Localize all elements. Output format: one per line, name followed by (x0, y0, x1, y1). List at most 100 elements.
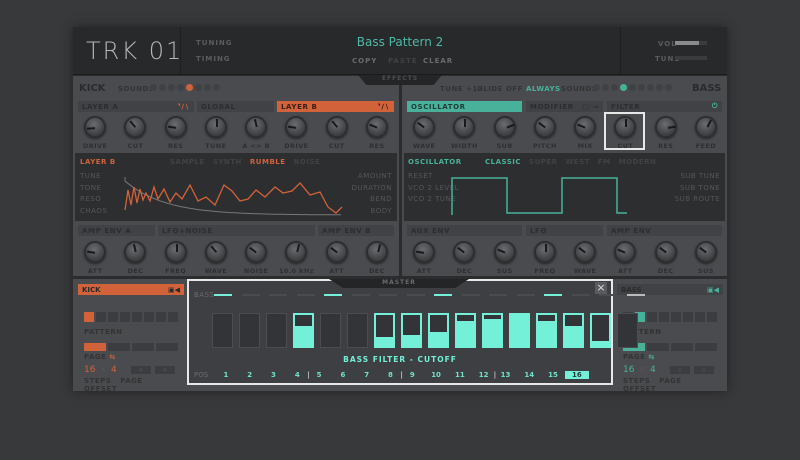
mute-icon[interactable]: ▣◀ (168, 286, 180, 294)
knob-pitch[interactable]: PITCH (525, 116, 565, 150)
sound-slot[interactable] (204, 84, 211, 91)
pos-step[interactable]: 1 (214, 371, 238, 379)
page-slot[interactable] (647, 343, 669, 351)
knob-att[interactable]: ATT (605, 241, 645, 275)
knob-dial[interactable] (325, 116, 348, 138)
knob-feed[interactable]: FEED (686, 116, 726, 150)
sound-slot[interactable] (647, 84, 654, 91)
pos-step[interactable]: 6 (331, 371, 355, 379)
knob-res[interactable]: RES (156, 116, 196, 150)
knob-sub[interactable]: SUB (485, 116, 525, 150)
knob-cut[interactable]: CUT (115, 116, 155, 150)
clear-button[interactable]: CLEAR (423, 57, 453, 65)
pos-step[interactable]: 9 (400, 371, 424, 379)
knob-freq[interactable]: FREQ (525, 241, 565, 275)
section-amp-env-a[interactable]: AMP ENV A (78, 225, 155, 236)
steps-value[interactable]: 16 (623, 365, 634, 375)
mode-tab-fm[interactable]: FM (598, 158, 611, 166)
sound-slot[interactable] (593, 84, 600, 91)
knob-dial[interactable] (204, 116, 227, 138)
pos-step[interactable]: 13 (494, 371, 518, 379)
step-bar[interactable] (347, 313, 368, 348)
knob-cut[interactable]: CUT (317, 116, 357, 150)
section-oscillator[interactable]: OSCILLATOR (407, 101, 522, 112)
param-tone[interactable]: TONE (80, 183, 107, 195)
knob-dial[interactable] (365, 241, 388, 263)
page-slot[interactable] (156, 343, 178, 351)
knob-width[interactable]: WIDTH (444, 116, 484, 150)
page-slot[interactable] (132, 343, 154, 351)
page-count-value[interactable]: 4 (111, 365, 117, 375)
knob-att[interactable]: ATT (317, 241, 357, 275)
pattern-slot[interactable] (647, 312, 657, 322)
knob-res[interactable]: RES (646, 116, 686, 150)
step-bar[interactable] (563, 313, 584, 348)
paste-button[interactable]: PASTE (388, 57, 418, 65)
knob-dial[interactable] (285, 241, 308, 263)
pattern-selector[interactable] (623, 307, 723, 326)
knob-att[interactable]: ATT (404, 241, 444, 275)
knob-dial[interactable] (654, 116, 677, 138)
sound-slot[interactable] (665, 84, 672, 91)
knob-noise[interactable]: NOISE (236, 241, 276, 275)
offset-prev-button[interactable]: « (130, 366, 151, 374)
pos-step[interactable]: 15 (541, 371, 565, 379)
sound-slot[interactable] (213, 84, 220, 91)
mode-tab-sample[interactable]: SAMPLE (170, 158, 205, 166)
sound-slot[interactable] (168, 84, 175, 91)
knob-dial[interactable] (614, 116, 637, 138)
knob-10-0-khz[interactable]: 10.0 kHz (276, 241, 316, 275)
arrow-icon[interactable]: ▢ → (582, 103, 599, 111)
sound-slot[interactable] (620, 84, 627, 91)
knob-dial[interactable] (84, 116, 107, 138)
page-slot[interactable] (671, 343, 693, 351)
step-bar[interactable] (401, 313, 422, 348)
step-bar[interactable] (509, 313, 530, 348)
timing-button[interactable]: TIMING (196, 55, 231, 63)
knob-res[interactable]: RES (357, 116, 397, 150)
pos-step[interactable]: 7 (355, 371, 379, 379)
knob-dial[interactable] (124, 241, 147, 263)
pattern-slot[interactable] (132, 312, 142, 322)
knob-dial[interactable] (574, 241, 597, 263)
knob-drive[interactable]: DRIVE (75, 116, 115, 150)
knob-dial[interactable] (614, 241, 637, 263)
section-lfo-noise[interactable]: LFO+NOISE (158, 225, 315, 236)
power-icon[interactable]: ⏻ (712, 102, 718, 111)
knob-dial[interactable] (694, 116, 717, 138)
pos-step[interactable]: 14 (517, 371, 541, 379)
pattern-slot[interactable] (96, 312, 106, 322)
pos-step[interactable]: 10 (424, 371, 448, 379)
knob-dial[interactable] (124, 116, 147, 138)
knob-dial[interactable] (533, 241, 556, 263)
step-bar[interactable] (617, 313, 638, 348)
pos-step[interactable]: 3 (262, 371, 286, 379)
knob-att[interactable]: ATT (75, 241, 115, 275)
knob-dial[interactable] (694, 241, 717, 263)
knob-dial[interactable] (164, 116, 187, 138)
pattern-slot[interactable] (707, 312, 717, 322)
mode-tab-modern[interactable]: MODERN (619, 158, 657, 166)
pattern-slot[interactable] (108, 312, 118, 322)
knob-dial[interactable] (285, 116, 308, 138)
knob-wave[interactable]: WAVE (404, 116, 444, 150)
knob-dial[interactable] (453, 241, 476, 263)
param-sub-tone[interactable]: SUB TONE (660, 183, 720, 195)
mode-tab-noise[interactable]: NOISE (294, 158, 321, 166)
page-slot[interactable] (108, 343, 130, 351)
copy-button[interactable]: COPY (352, 57, 377, 65)
knob-dial[interactable] (245, 241, 268, 263)
sound-slot[interactable] (186, 84, 193, 91)
step-bar[interactable] (482, 313, 503, 348)
pattern-slot[interactable] (695, 312, 705, 322)
knob-cut[interactable]: CUT (605, 116, 645, 150)
sound-slot[interactable] (629, 84, 636, 91)
section-amp-env-b[interactable]: AMP ENV B (318, 225, 394, 236)
page-slot[interactable] (84, 343, 106, 351)
knob-dec[interactable]: DEC (646, 241, 686, 275)
section-modifier[interactable]: MODIFIER ▢ → (526, 101, 603, 112)
pos-step[interactable]: 2 (238, 371, 262, 379)
page-count-value[interactable]: 4 (650, 365, 656, 375)
param-chaos[interactable]: CHAOS (80, 206, 107, 218)
section-layer-a[interactable]: LAYER A ⌝∕∖ (78, 101, 194, 112)
